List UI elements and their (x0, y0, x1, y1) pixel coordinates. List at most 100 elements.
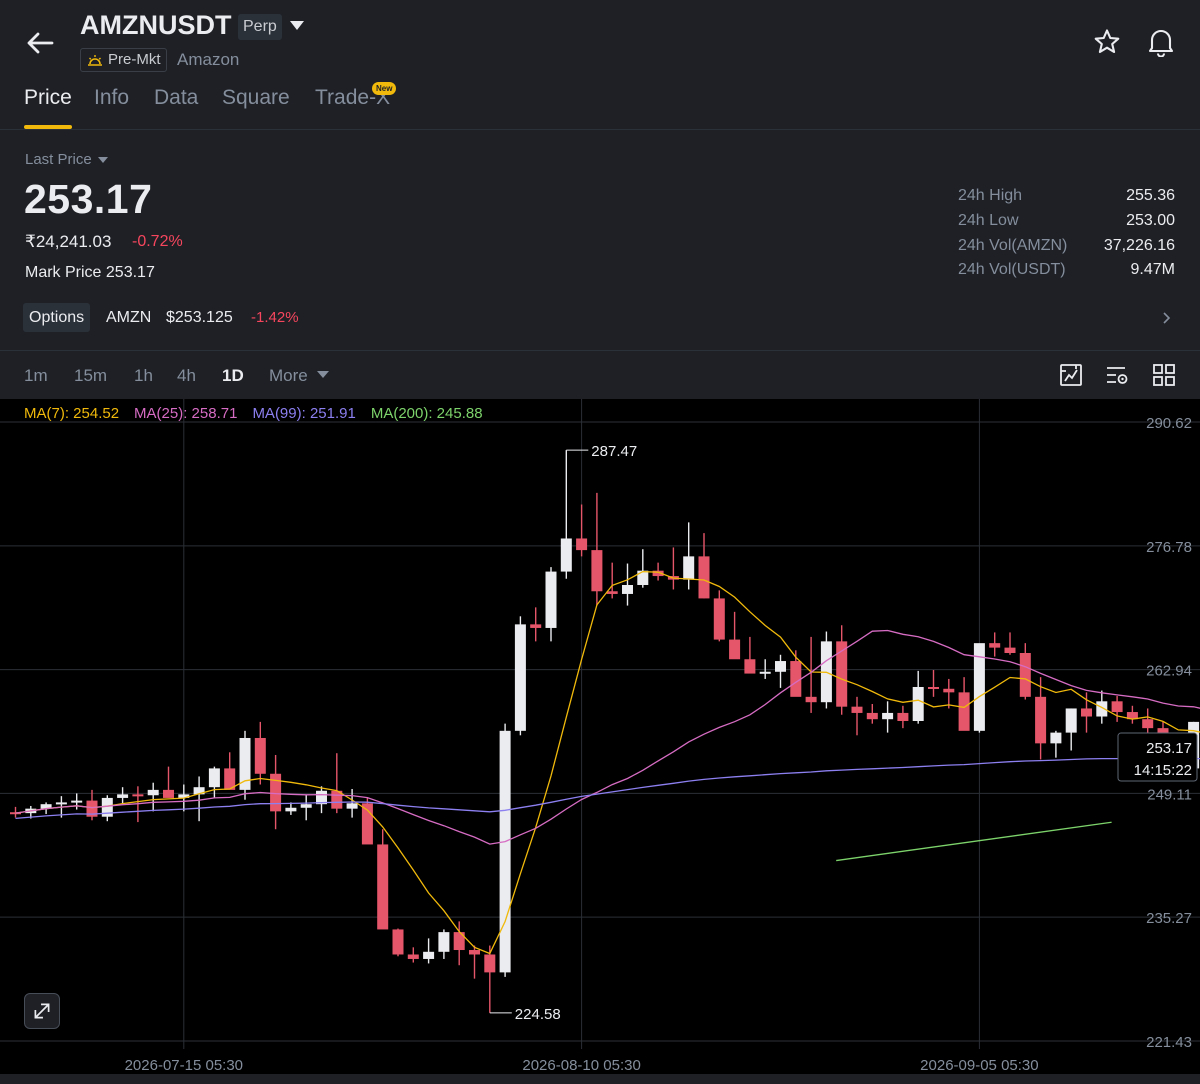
candle-body[interactable] (576, 538, 588, 551)
candle-body[interactable] (790, 661, 802, 697)
current-price-label: 253.17 (1146, 740, 1192, 757)
candle-body[interactable] (713, 598, 725, 640)
chevron-right-icon[interactable] (1161, 310, 1173, 326)
interval-15m[interactable]: 15m (74, 366, 107, 386)
candle-body[interactable] (254, 737, 266, 774)
tab-price[interactable]: Price (24, 86, 72, 110)
candle-body[interactable] (805, 696, 817, 703)
interval-more[interactable]: More (269, 366, 308, 386)
candle-body[interactable] (882, 712, 894, 720)
candle-body[interactable] (55, 802, 67, 805)
candle-body[interactable] (1081, 708, 1092, 717)
candle-body[interactable] (499, 730, 511, 973)
candle-body[interactable] (346, 803, 358, 809)
candle-body[interactable] (147, 789, 159, 796)
candle-body[interactable] (1035, 696, 1047, 744)
candle-body[interactable] (407, 954, 419, 959)
candle-body[interactable] (132, 794, 144, 797)
candle-body[interactable] (729, 639, 741, 660)
favorite-star-icon[interactable] (1093, 28, 1121, 56)
interval-1d[interactable]: 1D (222, 366, 244, 386)
fullscreen-expand-icon[interactable] (24, 993, 60, 1029)
indicator-settings-icon[interactable] (1104, 362, 1130, 388)
candle-body[interactable] (744, 659, 756, 674)
last-price-label: Last Price (25, 151, 92, 168)
candle-body[interactable] (560, 538, 572, 572)
candle-body[interactable] (423, 951, 435, 959)
candle-body[interactable] (851, 706, 863, 713)
y-axis-label: 249.11 (1147, 786, 1192, 803)
candle-body[interactable] (163, 789, 174, 798)
candle-body[interactable] (392, 929, 404, 955)
y-axis-label: 276.78 (1146, 539, 1192, 556)
candle-body[interactable] (1004, 647, 1016, 653)
candle-body[interactable] (1111, 701, 1123, 713)
ma200-line (836, 821, 1112, 862)
candle-body[interactable] (514, 624, 526, 731)
stat-value-24h-high: 255.36 (1126, 187, 1175, 204)
candle-body[interactable] (759, 671, 771, 674)
tab-info[interactable]: Info (94, 86, 129, 110)
candle-body[interactable] (530, 624, 542, 628)
candle-body[interactable] (1050, 732, 1062, 744)
candle-body[interactable] (897, 712, 909, 721)
candle-body[interactable] (912, 686, 924, 721)
candle-body[interactable] (71, 800, 83, 803)
y-axis-label: 290.62 (1146, 415, 1192, 432)
candle-body[interactable] (377, 844, 389, 930)
options-symbol[interactable]: AMZN (106, 309, 151, 327)
stat-value-24h-vol-amzn: 37,226.16 (1103, 237, 1175, 254)
pre-market-badge: Pre-Mkt (80, 48, 167, 72)
candle-body[interactable] (285, 807, 297, 812)
candle-body[interactable] (989, 643, 1001, 648)
high-marker-label: 287.47 (591, 443, 637, 460)
y-axis-label: 262.94 (1146, 663, 1192, 680)
candlestick-chart[interactable]: 290.62 276.78 262.94 249.11 235.27 221.43 2026… (0, 399, 1200, 1074)
tab-square[interactable]: Square (222, 86, 290, 110)
ma7-line (15, 570, 1200, 955)
candle-body[interactable] (622, 585, 633, 594)
candle-body[interactable] (117, 794, 129, 798)
candle-body[interactable] (484, 954, 496, 973)
symbol-title[interactable]: AMZNUSDT (80, 10, 231, 41)
candle-body[interactable] (469, 950, 480, 955)
back-arrow-icon[interactable] (22, 26, 56, 60)
candle-body[interactable] (1065, 708, 1077, 733)
candle-body[interactable] (698, 556, 710, 599)
interval-4h[interactable]: 4h (177, 366, 196, 386)
candle-body[interactable] (591, 550, 603, 592)
candle-body[interactable] (637, 570, 649, 586)
company-name: Amazon (177, 50, 240, 69)
tab-data[interactable]: Data (154, 86, 198, 110)
tabs-divider (0, 129, 1200, 130)
options-button[interactable]: Options (23, 303, 91, 332)
contract-type-badge: Perp (238, 14, 282, 40)
caret-down-icon (97, 156, 108, 163)
candle-body[interactable] (775, 661, 786, 672)
candle-body[interactable] (683, 556, 695, 580)
candle-body[interactable] (606, 591, 618, 594)
candle-body[interactable] (438, 932, 450, 952)
mark-price-label: Mark Price (25, 264, 102, 281)
ma25-label: MA(25): 258.71 (134, 405, 238, 422)
candle-countdown-label: 14:15:22 (1134, 762, 1192, 779)
symbol-dropdown-icon[interactable] (290, 21, 304, 30)
candle-body[interactable] (1142, 719, 1154, 729)
price-chart-area[interactable]: 290.62 276.78 262.94 249.11 235.27 221.43 2026… (0, 399, 1200, 1074)
interval-1h[interactable]: 1h (134, 366, 153, 386)
layout-grid-icon[interactable] (1151, 362, 1177, 388)
candle-body[interactable] (958, 692, 970, 731)
candle-body[interactable] (239, 737, 251, 790)
candle-body[interactable] (208, 768, 220, 788)
chart-settings-icon[interactable] (1058, 362, 1084, 388)
candle-body[interactable] (300, 804, 312, 808)
candle-body[interactable] (866, 712, 878, 720)
candle-body[interactable] (545, 571, 557, 628)
stat-label-24h-low: 24h Low (958, 212, 1019, 229)
interval-1m[interactable]: 1m (24, 366, 48, 386)
candle-body[interactable] (1019, 652, 1031, 697)
last-price-selector[interactable]: Last Price (25, 151, 108, 168)
candle-body[interactable] (928, 686, 939, 689)
notification-bell-icon[interactable] (1147, 27, 1175, 57)
candle-body[interactable] (943, 688, 955, 693)
